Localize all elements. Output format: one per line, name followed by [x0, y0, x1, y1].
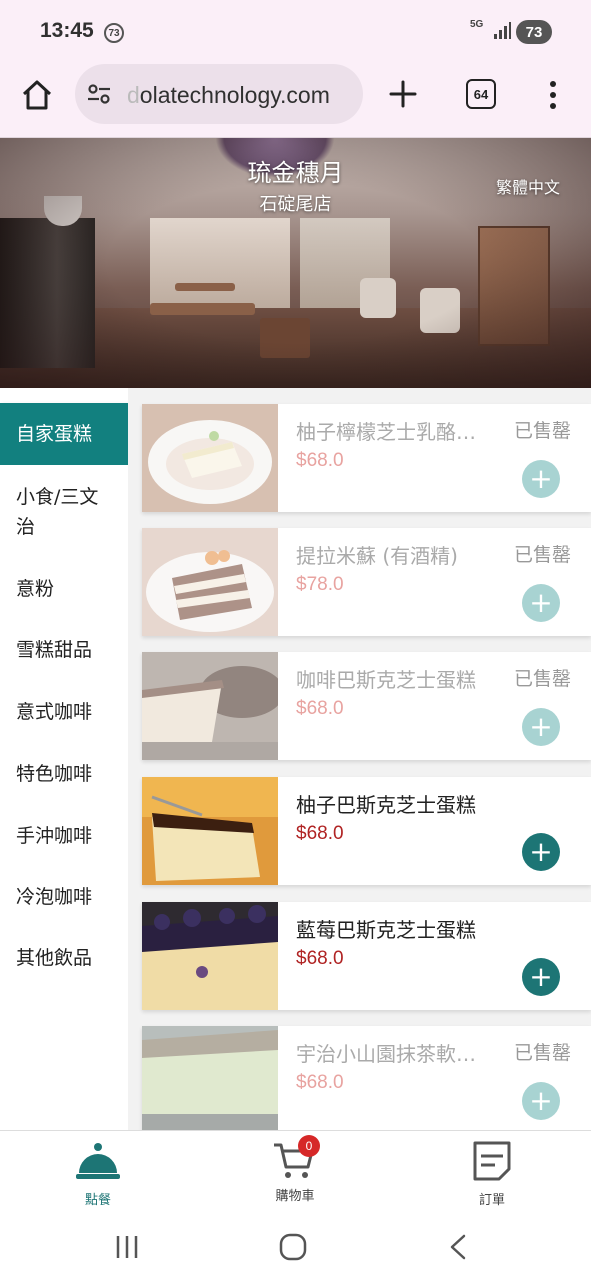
nav-orders-label: 訂單 — [478, 1193, 505, 1208]
category-sidebar: 自家蛋糕 小食/三文治 意粉 雪糕甜品 意式咖啡 特色咖啡 手沖咖啡 冷泡咖啡 … — [0, 403, 128, 1130]
sold-out-label: 已售罄 — [514, 1042, 572, 1064]
sold-out-label: 已售罄 — [514, 544, 572, 566]
product-name: 藍莓巴斯克芝士蛋糕 — [296, 918, 476, 942]
product-image — [142, 777, 278, 885]
category-item-snacks[interactable]: 小食/三文治 — [0, 481, 110, 543]
product-image — [142, 404, 278, 512]
product-image — [142, 528, 278, 636]
more-menu-icon[interactable] — [544, 79, 562, 111]
category-item-pasta[interactable]: 意粉 — [0, 558, 128, 620]
product-price: $68.0 — [296, 450, 344, 471]
product-price: $68.0 — [296, 948, 344, 969]
add-to-cart-button[interactable]: + — [522, 833, 560, 871]
product-card[interactable]: 提拉米蘇 (有酒精) $78.0 已售罄 + — [142, 528, 591, 636]
product-name: 柚子巴斯克芝士蛋糕 — [296, 793, 476, 817]
category-item-pour-over[interactable]: 手沖咖啡 — [0, 805, 128, 867]
product-card[interactable]: 柚子巴斯克芝士蛋糕 $68.0 + — [142, 777, 591, 885]
product-name: 宇治小山園抹茶軟… — [296, 1042, 476, 1066]
browser-toolbar: dolatechnology.com 64 — [0, 62, 591, 138]
back-icon[interactable] — [444, 1232, 474, 1262]
cart-count-badge: 0 — [298, 1135, 320, 1157]
home-icon[interactable] — [20, 78, 54, 112]
product-card[interactable]: 藍莓巴斯克芝士蛋糕 $68.0 + — [142, 902, 591, 1010]
category-item-espresso[interactable]: 意式咖啡 — [0, 681, 128, 743]
add-to-cart-button[interactable]: + — [522, 584, 560, 622]
cloche-icon — [76, 1143, 120, 1179]
product-name: 提拉米蘇 (有酒精) — [296, 544, 458, 568]
product-price: $78.0 — [296, 574, 344, 595]
notification-count-icon: 73 — [104, 23, 124, 43]
product-image — [142, 1026, 278, 1130]
nav-cart[interactable]: 0 購物車 — [245, 1135, 345, 1204]
product-name: 咖啡巴斯克芝士蛋糕 — [296, 668, 476, 692]
home-button-icon[interactable] — [278, 1232, 308, 1262]
category-item-ice-cream[interactable]: 雪糕甜品 — [0, 619, 128, 681]
bottom-navigation: 點餐 0 購物車 訂單 — [0, 1130, 591, 1214]
category-item-special-coffee[interactable]: 特色咖啡 — [0, 743, 128, 805]
clock: 13:45 — [40, 19, 94, 42]
category-item-cold-brew[interactable]: 冷泡咖啡 — [0, 866, 128, 928]
url-domain: olatechnology.com — [139, 82, 330, 108]
status-bar: 13:45 73 5G 73 — [0, 0, 591, 62]
nav-order[interactable]: 點餐 — [48, 1139, 148, 1208]
sold-out-label: 已售罄 — [514, 668, 572, 690]
product-price: $68.0 — [296, 823, 344, 844]
product-price: $68.0 — [296, 1072, 344, 1093]
product-image — [142, 652, 278, 760]
signal-icon — [494, 22, 511, 39]
nav-orders[interactable]: 訂單 — [442, 1139, 542, 1208]
store-banner: 琉金穗月 石碇尾店 繁體中文 — [0, 138, 591, 388]
cart-icon-wrap: 0 — [272, 1135, 320, 1181]
sold-out-label: 已售罄 — [514, 420, 572, 442]
product-card[interactable]: 咖啡巴斯克芝士蛋糕 $68.0 已售罄 + — [142, 652, 591, 760]
product-price: $68.0 — [296, 698, 344, 719]
add-to-cart-button[interactable]: + — [522, 708, 560, 746]
product-list: 柚子檸檬芝士乳酪… $68.0 已售罄 + 提拉米蘇 (有酒精) $78.0 已… — [128, 388, 591, 1130]
battery-icon: 73 — [516, 20, 552, 44]
product-card[interactable]: 柚子檸檬芝士乳酪… $68.0 已售罄 + — [142, 404, 591, 512]
product-image — [142, 902, 278, 1010]
nav-cart-label: 購物車 — [275, 1189, 315, 1204]
url-text[interactable]: dolatechnology.com — [127, 82, 330, 109]
product-card[interactable]: 宇治小山園抹茶軟… $68.0 已售罄 + — [142, 1026, 591, 1130]
category-item-cakes[interactable]: 自家蛋糕 — [0, 403, 128, 465]
add-to-cart-button[interactable]: + — [522, 958, 560, 996]
receipt-icon — [473, 1141, 511, 1181]
new-tab-icon[interactable] — [388, 79, 418, 109]
language-switch[interactable]: 繁體中文 — [496, 174, 560, 198]
network-type: 5G — [470, 19, 484, 30]
category-item-other-drinks[interactable]: 其他飲品 — [0, 927, 128, 989]
system-navigation — [0, 1214, 591, 1280]
recent-apps-icon[interactable] — [112, 1232, 142, 1262]
site-settings-icon[interactable] — [87, 83, 111, 105]
url-faded-prefix: d — [127, 82, 140, 108]
nav-order-label: 點餐 — [84, 1193, 111, 1208]
tab-switcher-button[interactable]: 64 — [466, 79, 496, 109]
add-to-cart-button[interactable]: + — [522, 1082, 560, 1120]
address-bar[interactable]: dolatechnology.com — [75, 64, 363, 124]
product-name: 柚子檸檬芝士乳酪… — [296, 420, 476, 444]
add-to-cart-button[interactable]: + — [522, 460, 560, 498]
